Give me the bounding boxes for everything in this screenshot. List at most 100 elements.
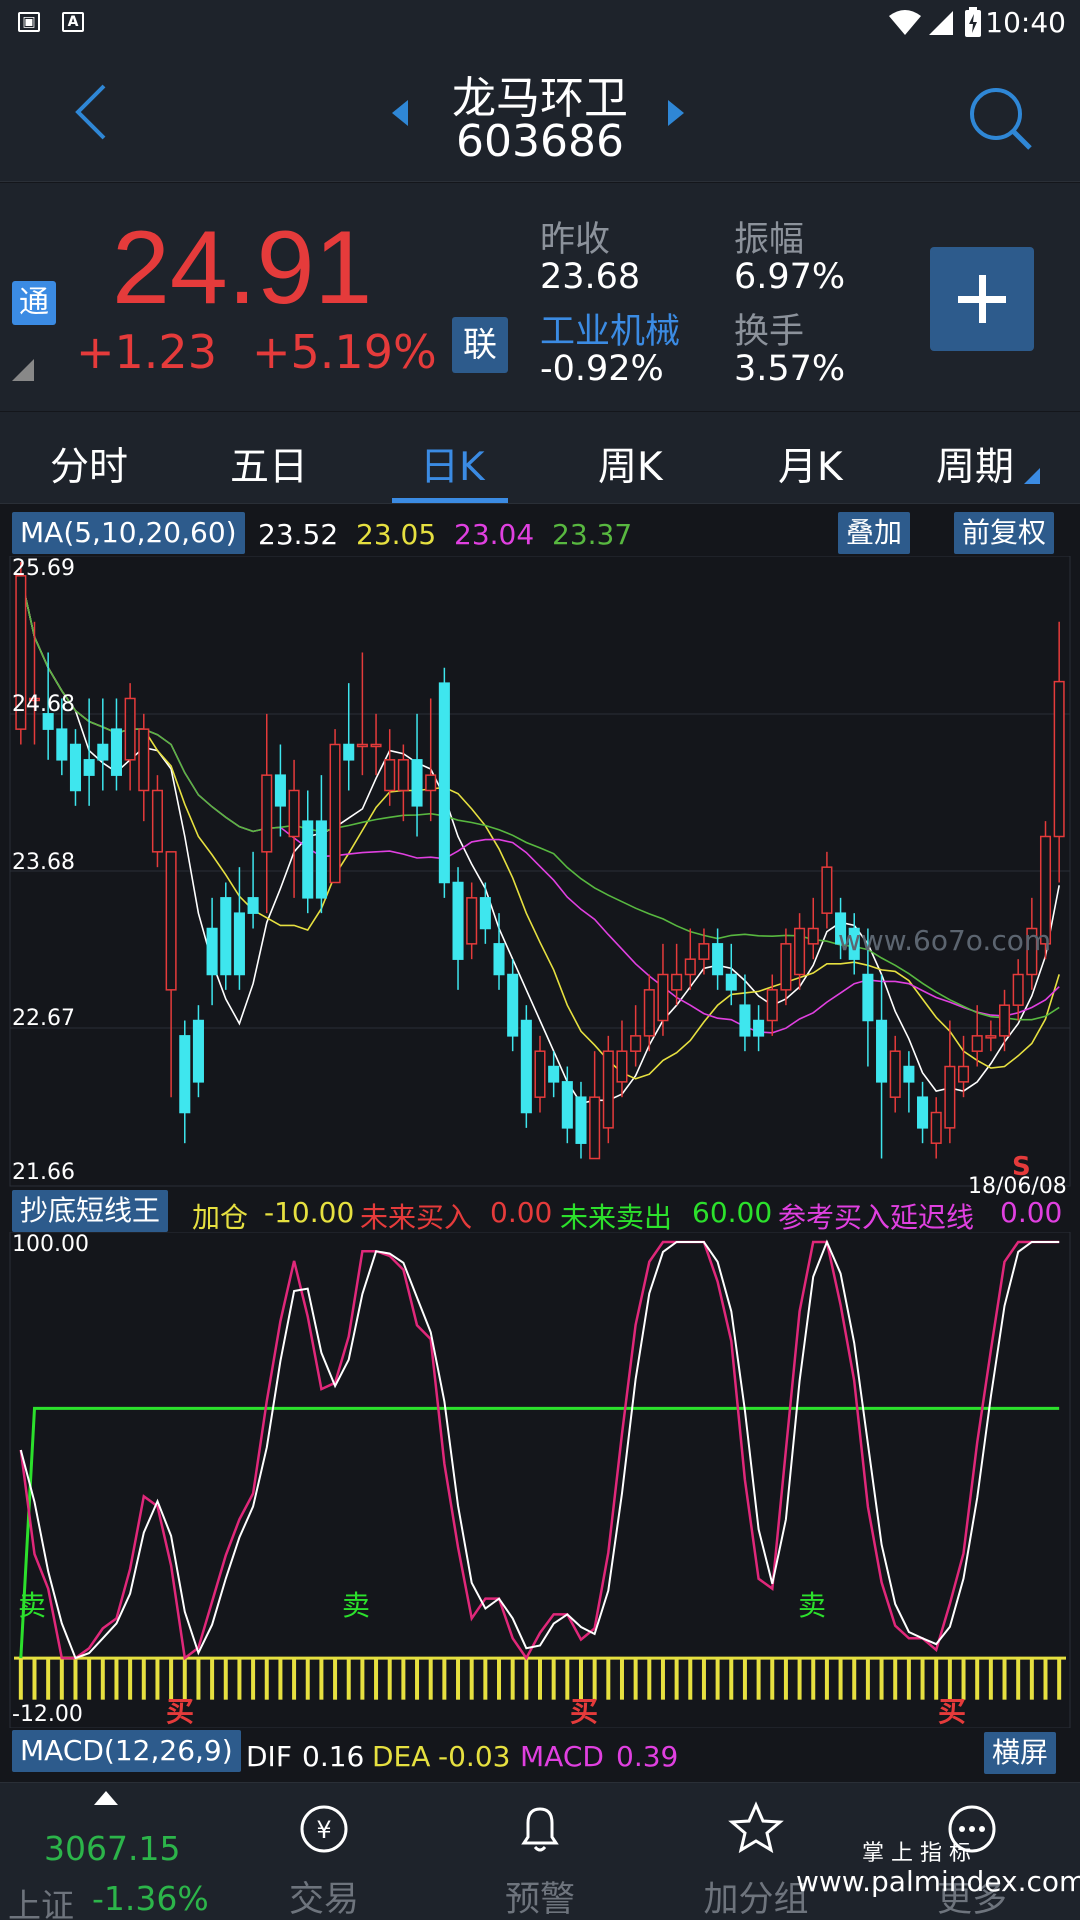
search-icon[interactable]: [966, 84, 1036, 154]
indicator-bar: [742, 1658, 747, 1700]
prev-close-label: 昨收: [540, 220, 611, 260]
ma60-value: 23.37: [552, 518, 633, 551]
candle-body: [97, 743, 109, 761]
linked-badge[interactable]: 联: [452, 317, 508, 373]
buy-label-2: 买: [570, 1695, 599, 1728]
kline-chart[interactable]: 25.69 24.68 23.68 22.67 21.66 S www.6o7o…: [0, 555, 1080, 1188]
site-watermark-line1: 掌 上 指 标: [862, 1841, 971, 1866]
indicator-bar: [688, 1658, 693, 1700]
candle-body: [671, 973, 683, 991]
candle-body: [684, 958, 696, 976]
candle-body: [780, 943, 792, 991]
overlay-button[interactable]: 叠加: [838, 512, 911, 554]
signal-icon: [929, 11, 953, 35]
candle-body: [370, 743, 382, 748]
candle-body: [548, 1065, 560, 1083]
indicator-bar: [264, 1658, 269, 1700]
candle-body: [561, 1081, 573, 1129]
candle-body: [643, 989, 655, 1037]
prev-close-value: 23.68: [540, 257, 641, 297]
macd-label[interactable]: MACD(12,26,9): [12, 1730, 241, 1772]
candle-body: [151, 789, 163, 853]
nav-trade[interactable]: ¥ 交易: [216, 1783, 432, 1920]
tab-five-day[interactable]: 五日: [230, 436, 308, 492]
candle-body: [302, 820, 314, 899]
candle-body: [712, 943, 724, 976]
nav-watchlist[interactable]: 加分组: [648, 1783, 864, 1920]
ma-line-10: [20, 575, 1060, 1080]
candle-body: [397, 759, 409, 792]
index-value: 3067.15: [44, 1829, 181, 1868]
indicator-bar: [606, 1658, 611, 1700]
indicator-bar: [729, 1658, 734, 1700]
kline-svg: [9, 555, 1071, 1187]
svg-text:¥: ¥: [316, 1816, 331, 1844]
tab-monthly-k[interactable]: 月K: [778, 436, 843, 492]
candle-body: [56, 728, 68, 761]
ma5-value: 23.52: [258, 518, 339, 551]
candle-body: [985, 1035, 997, 1039]
candle-body: [958, 1065, 970, 1083]
candle-body: [657, 973, 669, 1022]
indicator-bar: [155, 1658, 160, 1700]
tab-period[interactable]: 周期: [936, 436, 1014, 492]
indicator-bar: [100, 1658, 105, 1700]
active-tab-indicator: [392, 498, 508, 503]
indicator-bar: [756, 1658, 761, 1700]
ma10-value: 23.05: [356, 518, 437, 551]
industry-change: -0.92%: [540, 349, 664, 389]
indicator-bar: [811, 1658, 816, 1700]
indicator-bar: [360, 1658, 365, 1700]
indicator-bar: [223, 1658, 228, 1700]
buy-label-1: 买: [166, 1695, 195, 1728]
stock-connect-badge[interactable]: 通: [12, 281, 56, 325]
candle-body: [917, 1096, 929, 1129]
candle-body: [479, 897, 491, 930]
landscape-button[interactable]: 横屏: [984, 1732, 1057, 1774]
indicator-bar: [415, 1658, 420, 1700]
ind-y-min: -12.00: [12, 1702, 83, 1727]
candle-body: [343, 743, 355, 761]
add-position-label: 加仓: [192, 1201, 249, 1234]
nav-alert[interactable]: 预警: [432, 1783, 648, 1920]
tab-weekly-k[interactable]: 周K: [598, 436, 663, 492]
candle-body: [821, 866, 833, 914]
candle-body: [766, 989, 778, 1022]
bottom-nav: 3067.15 上证 -1.36% ¥ 交易 预警 加分组 更多 掌 上 指 标…: [0, 1782, 1080, 1920]
ma-legend: MA(5,10,20,60) 23.52 23.05 23.04 23.37 叠…: [0, 508, 1080, 558]
future-buy-value: 0.00: [490, 1196, 553, 1229]
indicator-chart[interactable]: 100.00 -12.00 卖 卖 卖 买 买 买: [0, 1231, 1080, 1732]
adjust-button[interactable]: 前复权: [954, 512, 1055, 554]
indicator-bar: [319, 1658, 324, 1700]
candle-body: [438, 682, 450, 884]
y-tick-2: 24.68: [12, 692, 75, 717]
indicator-bar: [565, 1658, 570, 1700]
candle-body: [179, 1035, 191, 1114]
candle-body: [138, 728, 150, 792]
image-notification-icon: ▣: [18, 12, 40, 32]
indicator-bar: [210, 1658, 215, 1700]
indicator-bar: [251, 1658, 256, 1700]
bell-icon: [521, 1807, 559, 1852]
candle-body: [507, 973, 519, 1037]
ma-label[interactable]: MA(5,10,20,60): [12, 512, 245, 554]
add-watchlist-button[interactable]: [930, 247, 1034, 351]
indicator-bar: [879, 1658, 884, 1700]
indicator-bar: [1016, 1658, 1021, 1700]
chart-date: 18/06/08: [968, 1174, 1067, 1199]
next-stock-icon[interactable]: [668, 100, 684, 126]
index-ticker[interactable]: 3067.15 上证 -1.36%: [0, 1783, 216, 1920]
indicator-bar: [278, 1658, 283, 1700]
indicator-name[interactable]: 抄底短线王: [12, 1190, 169, 1232]
candle-body: [83, 759, 95, 776]
tab-daily-k[interactable]: 日K: [420, 436, 485, 492]
dif-label: DIF: [246, 1740, 292, 1773]
candle-body: [794, 927, 806, 976]
indicator-bar: [715, 1658, 720, 1700]
price-change: +1.23: [76, 325, 217, 379]
tab-intraday[interactable]: 分时: [50, 436, 128, 492]
industry-link[interactable]: 工业机械: [540, 303, 680, 354]
amplitude-label: 振幅: [734, 220, 805, 260]
nav-alert-label: 预警: [504, 1880, 575, 1920]
candle-body: [384, 759, 396, 792]
